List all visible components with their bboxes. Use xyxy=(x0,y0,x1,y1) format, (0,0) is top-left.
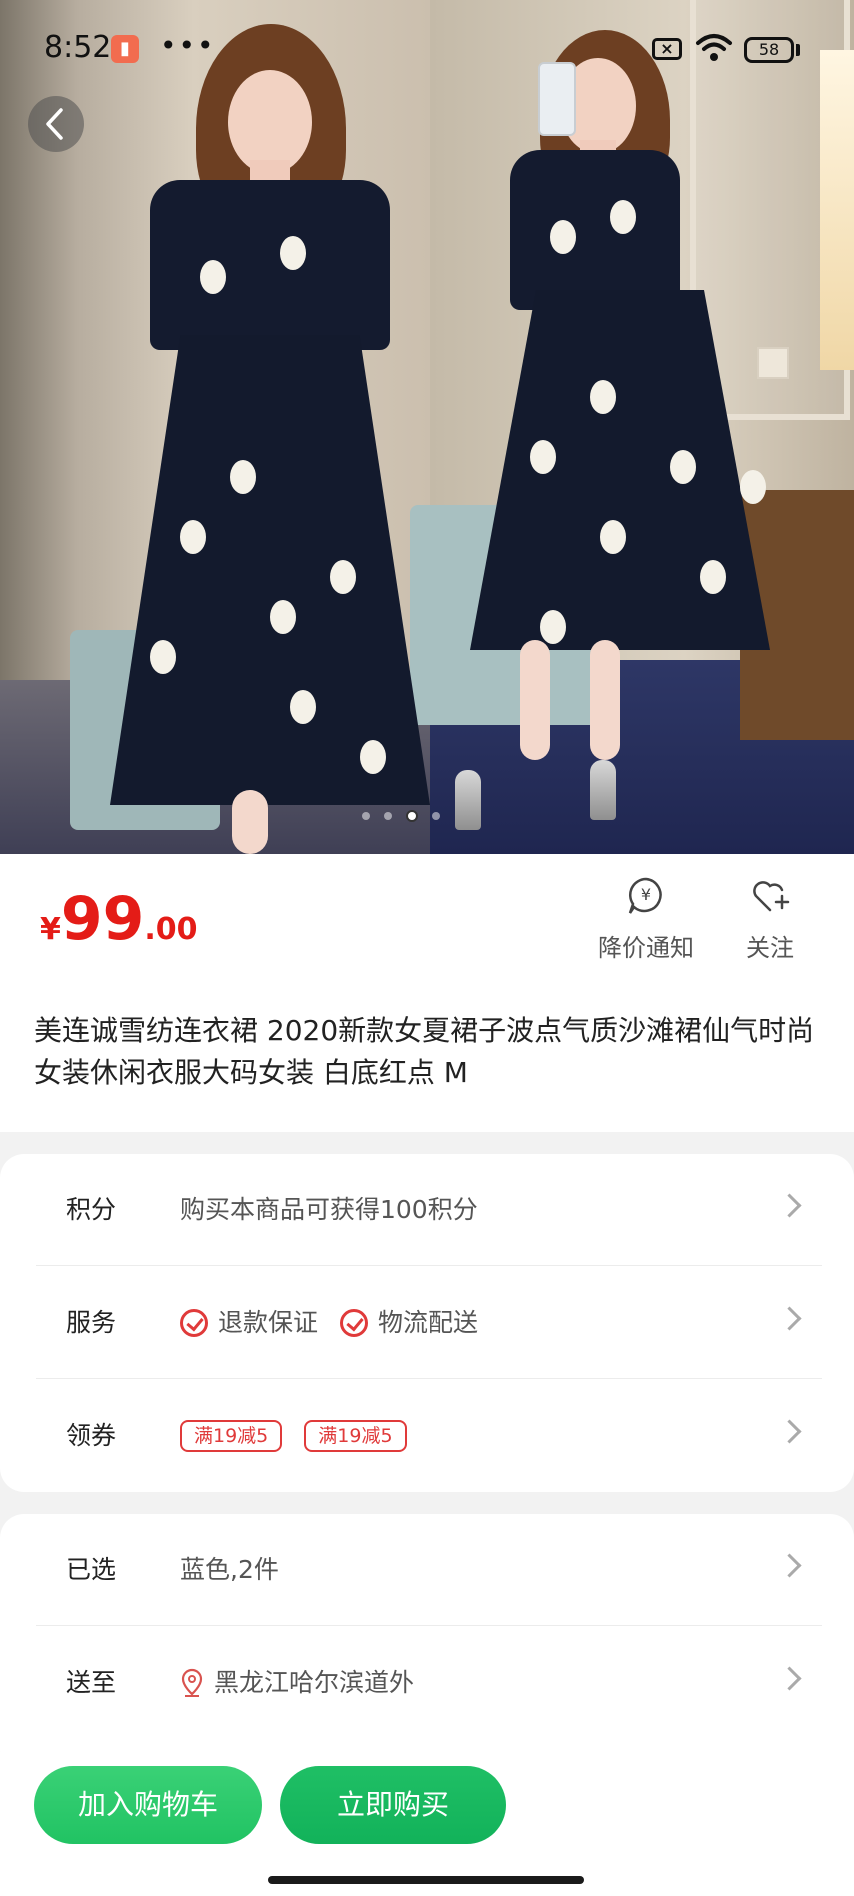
home-indicator[interactable] xyxy=(268,1876,584,1884)
points-row[interactable]: 积分 购买本商品可获得100积分 xyxy=(36,1154,822,1266)
more-dots-icon: ••• xyxy=(160,29,216,62)
chevron-right-icon xyxy=(777,1419,802,1444)
ship-to-label: 送至 xyxy=(66,1668,117,1697)
check-circle-icon xyxy=(180,1309,208,1337)
price-drop-notify-button[interactable]: ¥ 降价通知 xyxy=(598,876,694,963)
ship-to-value: 黑龙江哈尔滨道外 xyxy=(180,1627,414,1739)
service-row[interactable]: 服务 退款保证 物流配送 xyxy=(36,1267,822,1379)
location-pin-icon xyxy=(181,1668,203,1697)
chevron-left-icon xyxy=(46,108,63,140)
page-dot xyxy=(384,812,392,820)
status-time: 8:52 xyxy=(44,30,112,65)
check-circle-icon xyxy=(340,1309,369,1337)
battery-icon: 58 xyxy=(744,37,794,63)
heart-plus-icon xyxy=(753,881,790,912)
status-bar: 8:52 ▮ ••• × 58 xyxy=(0,0,854,100)
follow-button[interactable]: 关注 xyxy=(746,876,794,963)
buy-now-button[interactable]: 立即购买 xyxy=(280,1766,506,1844)
promo-card: 积分 购买本商品可获得100积分 服务 退款保证 物流配送 领券 满19减5 满… xyxy=(0,1154,854,1492)
page-dot xyxy=(362,812,370,820)
product-image-gallery[interactable] xyxy=(0,0,854,854)
chevron-right-icon xyxy=(777,1193,802,1218)
service-item: 退款保证 xyxy=(180,1267,318,1379)
page-dot xyxy=(432,812,440,820)
selected-variant-row[interactable]: 已选 蓝色,2件 xyxy=(36,1514,822,1626)
coupon-values: 满19减5 满19减5 xyxy=(180,1380,429,1492)
price-notify-icon: ¥ xyxy=(628,877,662,914)
points-value: 购买本商品可获得100积分 xyxy=(180,1195,478,1224)
product-price: ¥99.00 xyxy=(40,884,198,954)
no-sim-icon: × xyxy=(652,38,682,60)
service-item: 物流配送 xyxy=(340,1267,478,1379)
coupon-label: 领券 xyxy=(66,1421,117,1450)
wall-outlet xyxy=(757,347,789,379)
svg-text:¥: ¥ xyxy=(641,885,651,904)
ship-to-row[interactable]: 送至 黑龙江哈尔滨道外 xyxy=(36,1627,822,1739)
service-label: 服务 xyxy=(66,1308,117,1337)
selected-label: 已选 xyxy=(66,1555,117,1584)
coupon-tag[interactable]: 满19减5 xyxy=(304,1420,407,1452)
page-dot-active xyxy=(406,810,418,822)
coupon-row[interactable]: 领券 满19减5 满19减5 xyxy=(36,1380,822,1492)
points-label: 积分 xyxy=(66,1195,117,1224)
price-decimal: .00 xyxy=(144,912,198,947)
coupon-tag[interactable]: 满19减5 xyxy=(180,1420,283,1452)
currency-symbol: ¥ xyxy=(40,912,61,947)
follow-label: 关注 xyxy=(746,934,794,962)
back-button[interactable] xyxy=(28,96,84,152)
battery-tip xyxy=(796,44,800,56)
chevron-right-icon xyxy=(777,1666,802,1691)
price-notify-label: 降价通知 xyxy=(598,934,694,962)
selection-card: 已选 蓝色,2件 送至 黑龙江哈尔滨道外 xyxy=(0,1514,854,1774)
chevron-right-icon xyxy=(777,1306,802,1331)
product-title: 美连诚雪纺连衣裙 2020新款女夏裙子波点气质沙滩裙仙气时尚女装休闲衣服大码女装… xyxy=(34,1014,815,1089)
add-to-cart-button[interactable]: 加入购物车 xyxy=(34,1766,262,1844)
bottom-action-bar: 加入购物车 立即购买 xyxy=(0,1752,854,1896)
wifi-icon xyxy=(696,34,732,61)
product-info: ¥99.00 ¥ 降价通知 关注 美连诚雪纺连衣裙 2020新款女夏裙子波点气质… xyxy=(0,854,854,1132)
app-notification-icon: ▮ xyxy=(111,35,139,63)
gallery-page-indicator xyxy=(362,810,440,822)
price-integer: 99 xyxy=(60,884,145,954)
selected-value: 蓝色,2件 xyxy=(180,1555,279,1584)
ship-to-address: 黑龙江哈尔滨道外 xyxy=(214,1668,415,1697)
chevron-right-icon xyxy=(777,1553,802,1578)
service-values: 退款保证 物流配送 xyxy=(180,1267,500,1379)
